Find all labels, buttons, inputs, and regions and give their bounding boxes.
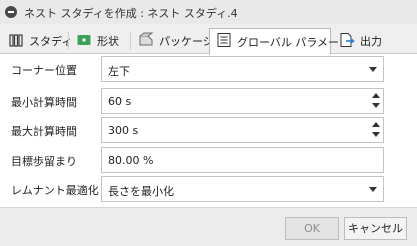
corner-position-value: 左下	[108, 65, 130, 78]
corner-position-row: コーナー位置 左下	[0, 56, 417, 82]
collapse-icon[interactable]	[5, 6, 17, 18]
tab-global-parameters[interactable]: グローバル パラメータ	[209, 28, 350, 55]
min-calc-time-input[interactable]: 60 s	[101, 88, 384, 114]
dialog-titlebar: ネスト スタディを作成 : ネスト スタディ.4	[0, 0, 417, 24]
target-yield-input[interactable]: 80.00 %	[101, 147, 384, 173]
tab-study[interactable]: スタディ	[2, 28, 72, 54]
dialog-footer: OK キャンセル	[0, 207, 417, 246]
spin-up-icon[interactable]	[372, 122, 380, 127]
spin-down-icon[interactable]	[372, 103, 380, 108]
max-calc-time-row: 最大計算時間 300 s	[0, 117, 417, 143]
max-calc-time-input[interactable]: 300 s	[101, 117, 384, 143]
target-yield-value: 80.00 %	[108, 154, 154, 167]
tab-shape-label: 形状	[97, 35, 119, 48]
min-calc-time-label: 最小計算時間	[11, 96, 77, 109]
target-yield-label: 目標歩留まり	[11, 155, 77, 168]
min-calc-time-row: 最小計算時間 60 s	[0, 88, 417, 114]
max-calc-time-label: 最大計算時間	[11, 125, 77, 138]
package-icon	[138, 32, 154, 51]
cancel-button[interactable]: キャンセル	[344, 217, 407, 240]
tab-package-label: パッケージ	[159, 35, 214, 48]
remnant-optimization-row: レムナント最適化 長さを最小化	[0, 176, 417, 202]
remnant-optimization-select[interactable]: 長さを最小化	[101, 176, 384, 202]
shape-icon	[76, 32, 92, 51]
min-calc-time-value: 60 s	[108, 95, 132, 108]
tab-separator	[68, 32, 69, 50]
corner-position-select[interactable]: 左下	[101, 56, 384, 82]
tab-output-label: 出力	[360, 35, 382, 48]
global-parameters-icon	[216, 32, 232, 51]
tab-shape[interactable]: 形状	[70, 28, 128, 54]
target-yield-row: 目標歩留まり 80.00 %	[0, 147, 417, 173]
max-calc-time-value: 300 s	[108, 124, 139, 137]
spin-down-icon[interactable]	[372, 132, 380, 137]
spin-up-icon[interactable]	[372, 93, 380, 98]
dialog-title: ネスト スタディを作成 : ネスト スタディ.4	[24, 7, 238, 20]
min-calc-time-spinner[interactable]	[369, 89, 383, 113]
tab-study-label: スタディ	[29, 35, 73, 48]
remnant-optimization-value: 長さを最小化	[108, 185, 174, 198]
chevron-down-icon[interactable]	[369, 67, 377, 72]
max-calc-time-spinner[interactable]	[369, 118, 383, 142]
tab-separator	[130, 32, 131, 50]
tab-bar: スタディ 形状 パッケージ グローバル パラメータ 出力	[0, 24, 417, 55]
remnant-optimization-label: レムナント最適化	[11, 184, 99, 197]
nest-study-dialog: ネスト スタディを作成 : ネスト スタディ.4 スタディ 形状 パッケージ グ…	[0, 0, 417, 246]
corner-position-label: コーナー位置	[11, 64, 77, 77]
ok-button[interactable]: OK	[285, 217, 339, 240]
chevron-down-icon[interactable]	[369, 187, 377, 192]
study-icon	[8, 32, 24, 51]
tab-package[interactable]: パッケージ	[132, 28, 214, 54]
output-icon	[339, 32, 355, 51]
tab-output[interactable]: 出力	[333, 28, 389, 54]
